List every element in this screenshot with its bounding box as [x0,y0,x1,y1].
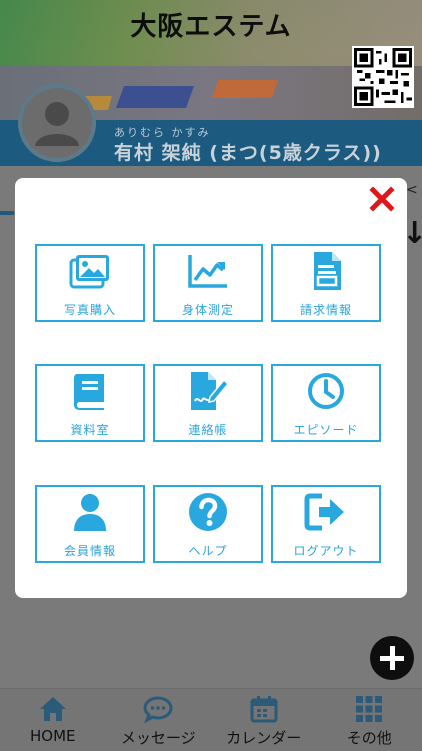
chat-icon [143,695,173,723]
menu-tile-contact-book[interactable]: 連絡帳 [153,364,263,442]
menu-tile-label: ヘルプ [188,542,227,559]
bottom-nav: HOME メッセージ カレンダー その他 [0,688,422,751]
nav-item-calendar[interactable]: カレンダー [211,689,317,751]
tab-indicator [0,211,14,215]
close-icon [369,186,395,212]
nav-item-message[interactable]: メッセージ [106,689,212,751]
menu-tile-library[interactable]: 資料室 [35,364,145,442]
menu-tile-label: 写真購入 [64,301,116,318]
menu-tile-label: 身体測定 [182,301,234,318]
nav-label: カレンダー [226,727,301,748]
menu-tile-help[interactable]: ヘルプ [153,485,263,563]
menu-tile-body-measurement[interactable]: 身体測定 [153,244,263,322]
nav-label: メッセージ [121,727,196,748]
calendar-icon [249,695,279,723]
menu-tile-label: ログアウト [293,542,358,559]
menu-tile-episode[interactable]: エピソード [271,364,381,442]
menu-tile-label: 会員情報 [64,542,116,559]
close-button[interactable] [369,186,395,212]
nav-item-home[interactable]: HOME [0,689,106,751]
nav-item-other[interactable]: その他 [317,689,422,751]
banner-photo-mat [116,86,194,108]
menu-tile-label: 資料室 [70,421,109,438]
menu-tile-photo-purchase[interactable]: 写真購入 [35,244,145,322]
menu-modal: 写真購入 身体測定 請求情報 資料室 連絡帳 エピソード 会員情報 [15,178,407,598]
grid-icon [354,695,384,723]
menu-tile-label: 請求情報 [300,301,352,318]
question-circle-icon [186,492,230,532]
signature-document-icon [186,371,230,411]
menu-tile-billing[interactable]: 請求情報 [271,244,381,322]
add-button[interactable] [370,636,414,680]
banner-photo-mat [212,80,279,98]
home-icon [38,695,68,723]
nav-label: その他 [347,727,392,748]
line-chart-icon [186,251,230,291]
user-icon [68,492,112,532]
menu-tile-logout[interactable]: ログアウト [271,485,381,563]
chevron-right-icon: < [406,182,418,198]
menu-tile-label: 連絡帳 [188,421,227,438]
school-name: 大阪エステム [0,6,422,43]
invoice-document-icon [304,251,348,291]
logout-icon [304,492,348,532]
nav-label: HOME [30,727,76,745]
avatar [18,84,96,162]
photo-gallery-icon [68,251,112,291]
clock-icon [304,371,348,411]
menu-tile-label: エピソード [293,421,358,438]
qr-code-icon[interactable] [352,46,414,108]
book-icon [68,371,112,411]
child-name: 有村 架純 (まつ(5歳クラス)) [114,138,382,165]
menu-tile-member-info[interactable]: 会員情報 [35,485,145,563]
